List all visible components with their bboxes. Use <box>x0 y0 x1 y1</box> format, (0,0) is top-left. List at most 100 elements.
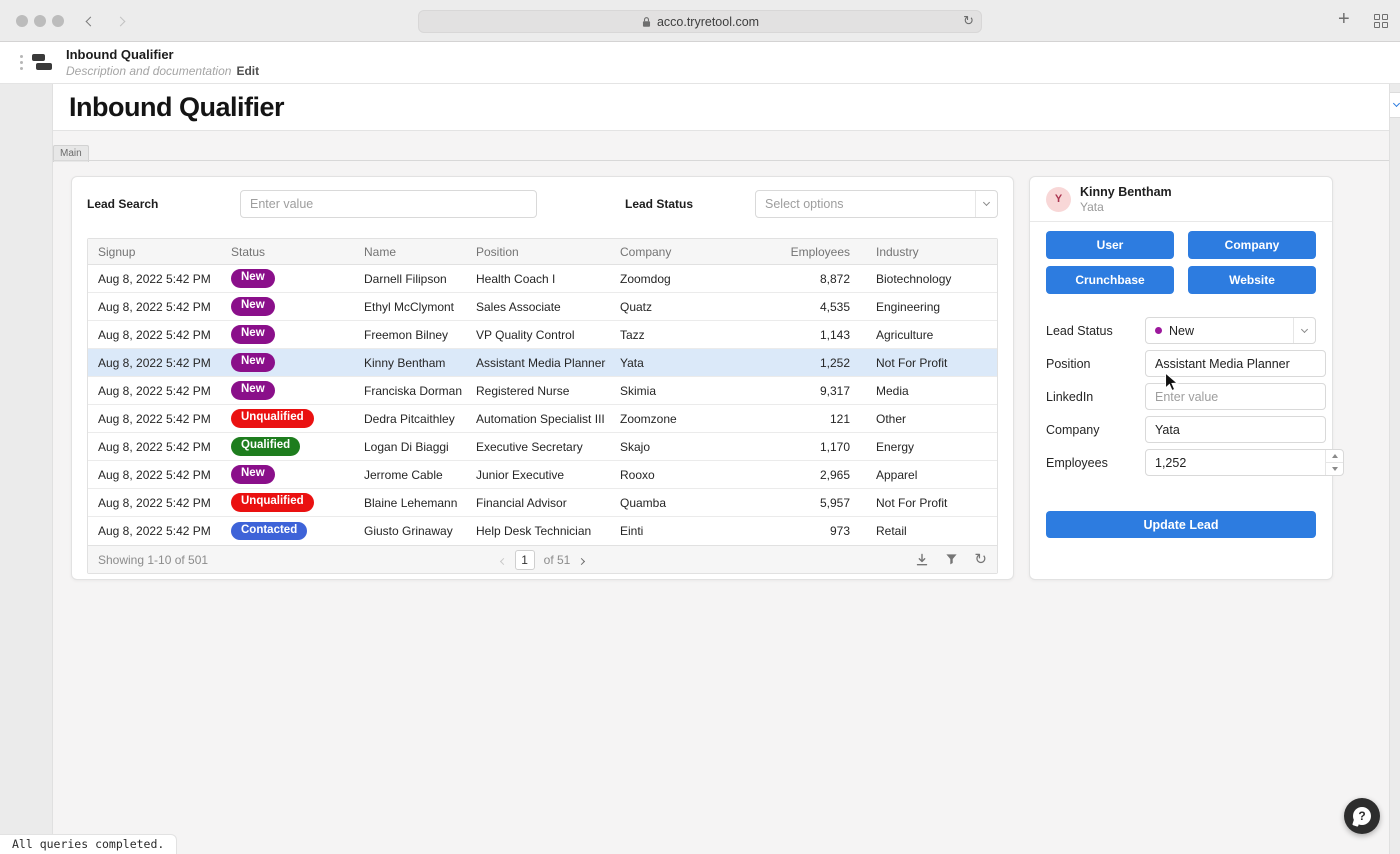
cell-position: VP Quality Control <box>466 328 610 342</box>
update-lead-button[interactable]: Update Lead <box>1046 511 1316 538</box>
app-title-block: Inbound Qualifier Description and docume… <box>66 47 259 78</box>
company-label: Company <box>1046 423 1145 437</box>
status-badge: New <box>231 325 275 344</box>
cell-name: Logan Di Biaggi <box>354 440 466 454</box>
column-header[interactable]: Position <box>466 245 610 259</box>
cell-signup: Aug 8, 2022 5:42 PM <box>88 412 221 426</box>
lead-search-input[interactable] <box>240 190 537 218</box>
cell-industry: Not For Profit <box>850 356 997 370</box>
cell-company: Skimia <box>610 384 780 398</box>
new-tab-icon[interactable]: + <box>1338 8 1350 31</box>
download-icon[interactable] <box>915 553 929 567</box>
table-row[interactable]: Aug 8, 2022 5:42 PM New Jerrome Cable Ju… <box>88 461 997 489</box>
cell-employees: 1,170 <box>780 440 850 454</box>
status-badge: New <box>231 465 275 484</box>
tab-overview-icon[interactable] <box>1374 14 1388 28</box>
crunchbase-button[interactable]: Crunchbase <box>1046 266 1174 294</box>
cell-name: Freemon Bilney <box>354 328 466 342</box>
cell-signup: Aug 8, 2022 5:42 PM <box>88 300 221 314</box>
cell-employees: 4,535 <box>780 300 850 314</box>
cell-industry: Retail <box>850 524 997 538</box>
help-button[interactable]: ? <box>1344 798 1380 834</box>
table-row[interactable]: Aug 8, 2022 5:42 PM New Kinny Bentham As… <box>88 349 997 377</box>
table-row[interactable]: Aug 8, 2022 5:42 PM New Freemon Bilney V… <box>88 321 997 349</box>
edit-description-link[interactable]: Edit <box>236 64 259 78</box>
address-bar[interactable]: acco.tryretool.com ↻ <box>418 10 982 33</box>
table-row[interactable]: Aug 8, 2022 5:42 PM Unqualified Dedra Pi… <box>88 405 997 433</box>
website-button[interactable]: Website <box>1188 266 1316 294</box>
cell-position: Help Desk Technician <box>466 524 610 538</box>
filters-row: Lead Search Lead Status Select options <box>87 190 998 218</box>
lead-search-label: Lead Search <box>87 197 240 211</box>
cell-employees: 8,872 <box>780 272 850 286</box>
lead-detail-header: Y Kinny Bentham Yata <box>1030 177 1332 222</box>
cell-employees: 1,252 <box>780 356 850 370</box>
cell-employees: 1,143 <box>780 328 850 342</box>
user-button[interactable]: User <box>1046 231 1174 259</box>
lead-form: Lead Status New Position LinkedIn Compan… <box>1030 317 1332 476</box>
column-header[interactable]: Signup <box>88 245 221 259</box>
page-reload-icon[interactable]: ↻ <box>963 13 974 29</box>
cell-name: Franciska Dorman <box>354 384 466 398</box>
cell-signup: Aug 8, 2022 5:42 PM <box>88 468 221 482</box>
company-input[interactable] <box>1146 417 1325 442</box>
status-badge: New <box>231 269 275 288</box>
company-button[interactable]: Company <box>1188 231 1316 259</box>
cell-signup: Aug 8, 2022 5:42 PM <box>88 440 221 454</box>
column-header[interactable]: Industry <box>850 245 997 259</box>
refresh-icon[interactable]: ↻ <box>974 553 987 567</box>
column-header[interactable]: Name <box>354 245 466 259</box>
cell-name: Kinny Bentham <box>354 356 466 370</box>
filter-icon[interactable] <box>945 553 958 566</box>
cell-position: Financial Advisor <box>466 496 610 510</box>
lead-status-filter-select[interactable]: Select options <box>755 190 998 218</box>
question-mark-icon: ? <box>1353 807 1371 825</box>
cell-industry: Biotechnology <box>850 272 997 286</box>
table-row[interactable]: Aug 8, 2022 5:42 PM Qualified Logan Di B… <box>88 433 997 461</box>
page-number-input[interactable] <box>515 550 535 570</box>
avatar: Y <box>1046 187 1071 212</box>
employees-label: Employees <box>1046 456 1145 470</box>
column-header[interactable]: Company <box>610 245 780 259</box>
lead-detail-panel: Y Kinny Bentham Yata User Company Crunch… <box>1029 176 1333 580</box>
editor-header: Inbound Qualifier Description and docume… <box>0 42 1400 84</box>
table-row[interactable]: Aug 8, 2022 5:42 PM New Ethyl McClymont … <box>88 293 997 321</box>
status-badge: Unqualified <box>231 493 314 512</box>
stepper-down-button[interactable] <box>1326 462 1343 475</box>
url-text: acco.tryretool.com <box>657 15 759 29</box>
drag-handle-icon[interactable] <box>20 55 23 58</box>
table-row[interactable]: Aug 8, 2022 5:42 PM New Darnell Filipson… <box>88 265 997 293</box>
table-row[interactable]: Aug 8, 2022 5:42 PM Contacted Giusto Gri… <box>88 517 997 545</box>
browser-back-button[interactable] <box>80 11 100 31</box>
cell-company: Tazz <box>610 328 780 342</box>
cell-signup: Aug 8, 2022 5:42 PM <box>88 356 221 370</box>
cell-position: Sales Associate <box>466 300 610 314</box>
column-header[interactable]: Employees <box>780 245 850 259</box>
cell-employees: 9,317 <box>780 384 850 398</box>
window-zoom-button[interactable] <box>52 15 64 27</box>
next-page-button[interactable] <box>579 551 584 569</box>
lock-icon <box>641 16 652 28</box>
column-header[interactable]: Status <box>221 245 354 259</box>
cell-industry: Agriculture <box>850 328 997 342</box>
status-badge: New <box>231 381 275 400</box>
previous-page-button[interactable] <box>501 551 506 569</box>
window-minimize-button[interactable] <box>34 15 46 27</box>
browser-forward-button[interactable] <box>110 11 130 31</box>
quick-link-buttons: User Company Crunchbase Website <box>1046 231 1316 294</box>
lead-status-select[interactable]: New <box>1145 317 1316 344</box>
cell-name: Blaine Lehemann <box>354 496 466 510</box>
employees-input[interactable] <box>1146 450 1325 475</box>
cell-signup: Aug 8, 2022 5:42 PM <box>88 496 221 510</box>
table-row[interactable]: Aug 8, 2022 5:42 PM New Franciska Dorman… <box>88 377 997 405</box>
page-title: Inbound Qualifier <box>53 92 284 123</box>
cell-industry: Energy <box>850 440 997 454</box>
window-close-button[interactable] <box>16 15 28 27</box>
stepper-up-button[interactable] <box>1326 450 1343 462</box>
cell-signup: Aug 8, 2022 5:42 PM <box>88 524 221 538</box>
lead-status-dot <box>1155 327 1162 334</box>
table-row[interactable]: Aug 8, 2022 5:42 PM Unqualified Blaine L… <box>88 489 997 517</box>
lead-status-filter-label: Lead Status <box>625 197 755 211</box>
cell-company: Zoomdog <box>610 272 780 286</box>
number-stepper <box>1325 450 1343 475</box>
